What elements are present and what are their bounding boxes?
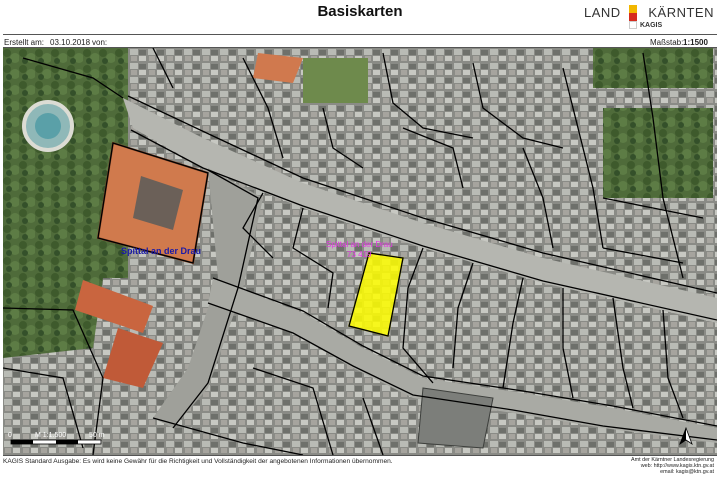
scale-label: Maßstab:	[650, 38, 684, 47]
town-label: Spittal an der Drau	[121, 246, 201, 256]
logo-land-text: LAND	[584, 5, 621, 20]
logo-kagis-text: KAGIS	[640, 22, 663, 29]
scale-bar-text: M 1:1.500	[35, 432, 66, 439]
imprint-email[interactable]: email: kagis@ktn.gv.at	[631, 469, 714, 475]
kagis-logo: LAND KÄRNTEN KAGIS	[584, 3, 714, 31]
green-square	[303, 58, 368, 103]
parcel-label-number: 73 419	[347, 250, 372, 259]
disclaimer-text: KAGIS Standard Ausgabe: Es wird keine Ge…	[3, 458, 393, 465]
scale-bar-end: 50 m	[89, 432, 105, 439]
logo-kaernten-text: KÄRNTEN	[648, 5, 714, 20]
carinthia-flag-icon	[629, 5, 637, 29]
created-by-label: von:	[92, 38, 108, 47]
footer: KAGIS Standard Ausgabe: Es wird keine Ge…	[0, 455, 720, 477]
scale-value: 1:1500	[683, 38, 708, 47]
created-label: Erstellt am:	[4, 38, 45, 47]
footer-divider	[3, 455, 717, 456]
header-divider	[3, 34, 717, 35]
scale-bar-zero: 0	[8, 432, 12, 439]
header: Basiskarten Erstellt am: 03.10.2018 von:…	[0, 0, 720, 48]
created-date: 03.10.2018	[50, 38, 91, 47]
map-canvas: Spittal an der Drau Spittal an der Drau …	[3, 48, 717, 455]
fountain-basin	[35, 113, 61, 139]
parcel-label-name: Spittal an der Drau	[326, 240, 393, 249]
garden-northeast	[593, 48, 713, 88]
orthophoto-map[interactable]: Spittal an der Drau Spittal an der Drau …	[3, 48, 717, 455]
imprint: Amt der Kärntner Landesregierung web: ht…	[631, 457, 714, 476]
